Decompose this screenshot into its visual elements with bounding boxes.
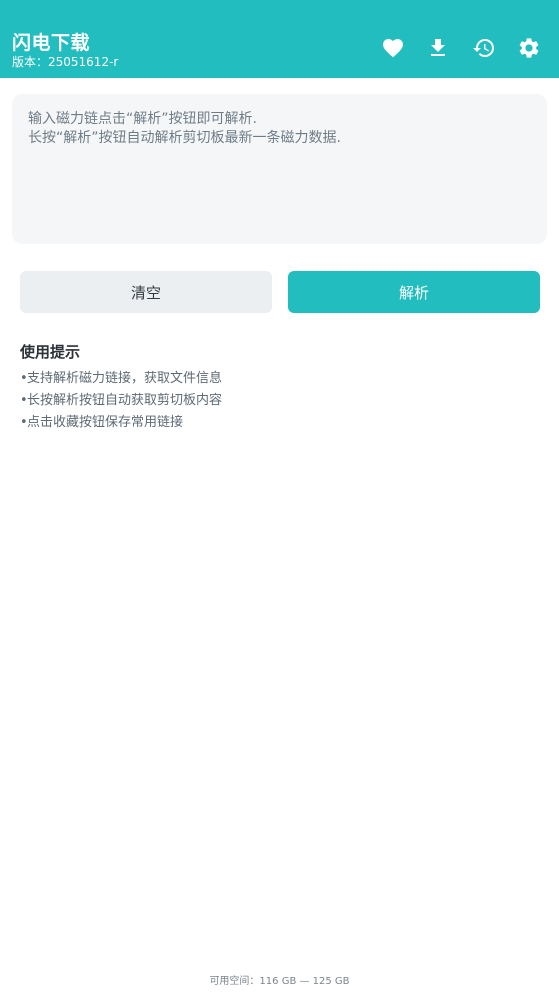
app-version: 版本：25051612-r [12,55,119,69]
tip-text: 支持解析磁力链接，获取文件信息 [27,371,223,386]
clear-button[interactable]: 清空 [20,271,272,313]
bullet-icon: • [20,415,28,430]
list-item: •长按解析按钮自动获取剪切板内容 [20,390,222,412]
tips-title: 使用提示 [20,343,81,361]
bullet-icon: • [20,393,28,408]
list-item: •点击收藏按钮保存常用链接 [20,412,222,434]
parse-button[interactable]: 解析 [288,271,540,313]
magnet-input-container [12,94,547,244]
app-bar: 闪电下载 版本：25051612-r [0,0,559,78]
settings-icon[interactable] [517,36,541,60]
tips-list: •支持解析磁力链接，获取文件信息 •长按解析按钮自动获取剪切板内容 •点击收藏按… [20,368,222,434]
download-icon[interactable] [426,36,450,60]
magnet-input[interactable] [28,110,531,228]
app-title: 闪电下载 [12,32,91,54]
history-icon[interactable] [472,36,496,60]
list-item: •支持解析磁力链接，获取文件信息 [20,368,222,390]
tip-text: 点击收藏按钮保存常用链接 [27,415,184,430]
storage-info: 可用空间：116 GB — 125 GB [209,976,350,987]
bullet-icon: • [20,371,28,386]
tip-text: 长按解析按钮自动获取剪切板内容 [27,393,223,408]
heart-icon[interactable] [381,36,405,60]
